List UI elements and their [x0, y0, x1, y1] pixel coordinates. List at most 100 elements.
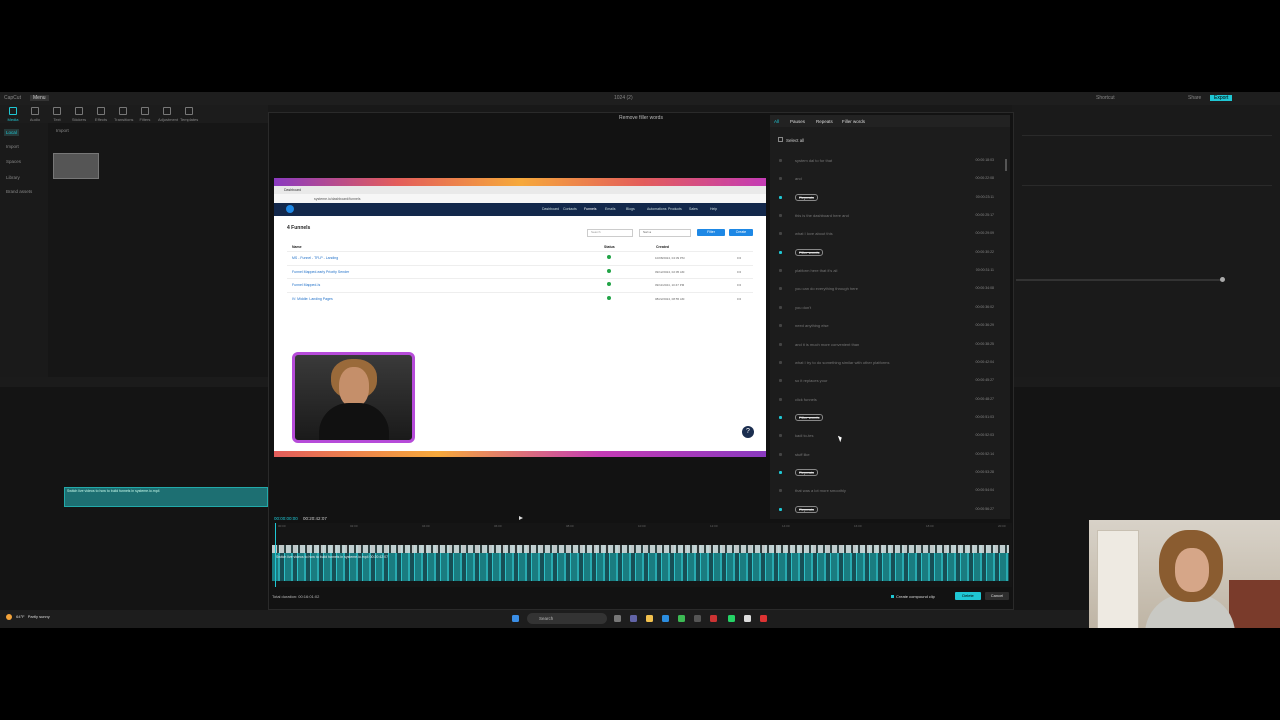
chrome-icon[interactable]	[678, 615, 685, 622]
toolbar-effects-button[interactable]: Effects	[92, 107, 110, 122]
browser-tab-bar: Dashboard	[274, 186, 766, 194]
import-button[interactable]: Import	[56, 128, 69, 133]
windows-taskbar: 64°F Partly sunny Search	[0, 610, 1280, 628]
transcript-text: need anything else	[795, 323, 829, 329]
tab-filler-words[interactable]: Filler words	[842, 119, 865, 124]
transcript-line[interactable]: click funnels 00:00:48:27	[776, 394, 1002, 406]
line-checkbox[interactable]	[779, 287, 782, 291]
total-time: 00:20:42:07	[303, 516, 327, 521]
toolbar-audio-button[interactable]: Audio	[26, 107, 44, 122]
transcript-line[interactable]: this is the dashboard here and 00:00:25:1…	[776, 210, 1002, 222]
taskbar-search[interactable]: Search	[527, 613, 607, 624]
media-thumbnail[interactable]	[53, 153, 99, 179]
nav-import[interactable]: Import	[6, 144, 19, 149]
tab-pauses[interactable]: Pauses	[790, 119, 805, 124]
task-view-icon[interactable]	[614, 615, 621, 622]
select-all-checkbox[interactable]: Select all	[778, 137, 804, 143]
weather-widget[interactable]: 64°F Partly sunny	[6, 614, 50, 620]
line-checkbox[interactable]	[779, 452, 782, 456]
toolbar-templates-button[interactable]: Templates	[180, 107, 198, 122]
export-button[interactable]: Export	[1210, 95, 1233, 101]
toolbar-transitions-button[interactable]: Transitions	[114, 107, 133, 122]
toolbar-filters-button[interactable]: Filters	[136, 107, 154, 122]
line-checkbox[interactable]	[779, 305, 782, 309]
line-checkbox[interactable]	[779, 177, 782, 181]
tab-repeats[interactable]: Repeats	[816, 119, 833, 124]
nav-local[interactable]: Local	[4, 129, 19, 136]
app-icon[interactable]	[710, 615, 717, 622]
delete-button[interactable]: Delete	[955, 592, 981, 600]
transcript-tag-row[interactable]: Repeats 00:00:56:27	[776, 504, 1002, 516]
teams-icon[interactable]	[630, 615, 637, 622]
removal-tag: Repeats	[795, 468, 818, 476]
line-checkbox[interactable]	[779, 195, 782, 199]
line-checkbox[interactable]	[779, 232, 782, 236]
line-timestamp: 00:00:23:11	[975, 194, 994, 199]
toolbar-label: Filters	[139, 117, 151, 122]
transcript-line[interactable]: what I love about this 00:00:29:09	[776, 228, 1002, 240]
line-checkbox[interactable]	[779, 489, 782, 493]
cancel-button[interactable]: Cancel	[985, 592, 1009, 600]
line-checkbox[interactable]	[779, 360, 782, 364]
systeme-nav-dashboard: Dashboard	[542, 207, 560, 211]
transcript-tag-row[interactable]: Filler words 00:00:51:03	[776, 412, 1002, 424]
transcript-line[interactable]: so it replaces your 00:00:45:27	[776, 375, 1002, 387]
playhead[interactable]	[275, 523, 276, 587]
line-checkbox[interactable]	[779, 214, 782, 218]
line-checkbox[interactable]	[779, 342, 782, 346]
transcript-tag-row[interactable]: Repeats 00:00:53:28	[776, 467, 1002, 479]
capcut-icon[interactable]	[744, 615, 751, 622]
windows-start-icon[interactable]	[512, 615, 519, 622]
line-checkbox[interactable]	[779, 397, 782, 401]
create-compound-clip-checkbox[interactable]: Create compound clip	[891, 594, 935, 599]
nav-library[interactable]: Library	[6, 175, 20, 180]
line-checkbox[interactable]	[779, 415, 782, 419]
store-icon[interactable]	[694, 615, 701, 622]
nav-spaces[interactable]: Spaces	[6, 159, 21, 164]
transcript-line[interactable]: you don't 00:00:36:02	[776, 302, 1002, 314]
toolbar-media-button[interactable]: Media	[4, 107, 22, 122]
recorder-icon[interactable]	[760, 615, 767, 622]
line-checkbox[interactable]	[779, 379, 782, 383]
toolbar-stickers-button[interactable]: Stickers	[70, 107, 88, 122]
transcript-line[interactable]: that was a lot more smoothly 00:00:54:04	[776, 485, 1002, 497]
line-checkbox[interactable]	[779, 434, 782, 438]
shortcut-button[interactable]: Shortcut	[1096, 95, 1115, 101]
play-icon[interactable]	[519, 516, 523, 520]
line-checkbox[interactable]	[779, 324, 782, 328]
transcript-line[interactable]: stuff like 00:00:52:14	[776, 449, 1002, 461]
line-checkbox[interactable]	[779, 250, 782, 254]
transcript-line[interactable]: what I try to do something similar with …	[776, 357, 1002, 369]
tab-all[interactable]: All	[774, 119, 779, 124]
line-checkbox[interactable]	[779, 507, 782, 511]
transcript-line[interactable]: system dal to for that 00:00:18:03	[776, 155, 1002, 167]
main-track-clip[interactable]: Switch live videos to how to build funne…	[64, 487, 268, 507]
slider-track[interactable]	[1016, 279, 1224, 281]
slider-thumb[interactable]	[1220, 277, 1225, 282]
share-button[interactable]: Share	[1188, 95, 1201, 101]
file-explorer-icon[interactable]	[646, 615, 653, 622]
funnel-created: 10/08/2024, 04:39 PM	[655, 256, 685, 260]
edge-icon[interactable]	[662, 615, 669, 622]
line-checkbox[interactable]	[779, 269, 782, 273]
transcript-tag-row[interactable]: Repeats 00:00:23:11	[776, 192, 1002, 204]
transcript-tag-row[interactable]: Filler words 00:00:30:22	[776, 247, 1002, 259]
transcript-line[interactable]: kadi to-tes 00:00:52:03	[776, 430, 1002, 442]
line-checkbox[interactable]	[779, 159, 782, 162]
whatsapp-icon[interactable]	[728, 615, 735, 622]
preview-video[interactable]: Dashboard systeme.io/dashboard/funnels D…	[274, 178, 766, 457]
transcript-line[interactable]: and 00:00:22:08	[776, 173, 1002, 185]
transcript-line[interactable]: you can do everything through here 00:00:…	[776, 283, 1002, 295]
line-checkbox[interactable]	[779, 470, 782, 474]
dialog-clip[interactable]: Switch live videos to how to build funne…	[272, 545, 1009, 581]
line-timestamp: 00:00:48:27	[975, 396, 995, 401]
toolbar-text-button[interactable]: Text	[48, 107, 66, 122]
transcript-text: and it is much more convenient than	[795, 341, 860, 347]
nav-brand-assets[interactable]: Brand assets	[6, 189, 32, 194]
transcript-line[interactable]: need anything else 00:00:36:29	[776, 320, 1002, 332]
transcript-line[interactable]: platform here that it's all 00:00:31:11	[776, 265, 1002, 277]
transcript-scrollbar[interactable]	[1005, 159, 1007, 171]
transcript-line[interactable]: and it is much more convenient than 00:00…	[776, 339, 1002, 351]
menu-button[interactable]: Menu	[30, 95, 49, 101]
toolbar-adjustment-button[interactable]: Adjustment	[158, 107, 178, 122]
